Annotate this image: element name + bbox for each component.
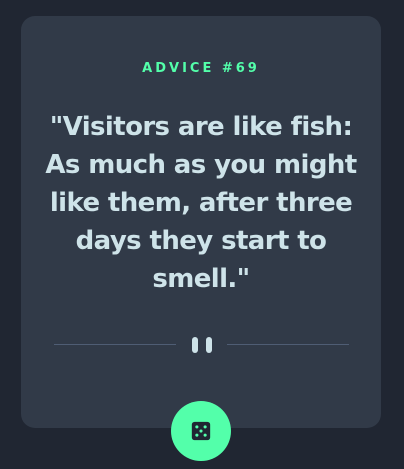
dice-icon [191,421,211,441]
advice-card: ADVICE #69 "Visitors are like fish: As m… [21,16,381,428]
pause-icon [192,337,212,353]
pause-bar-right [206,337,212,353]
pause-bar-left [192,337,198,353]
divider-line-left [54,344,176,345]
divider-line-right [227,344,349,345]
advice-page: ADVICE #69 "Visitors are like fish: As m… [0,0,404,469]
divider [54,336,349,354]
new-advice-button[interactable] [171,401,231,461]
advice-id-label: ADVICE #69 [142,61,260,76]
advice-quote: "Visitors are like fish: As much as you … [45,112,357,294]
